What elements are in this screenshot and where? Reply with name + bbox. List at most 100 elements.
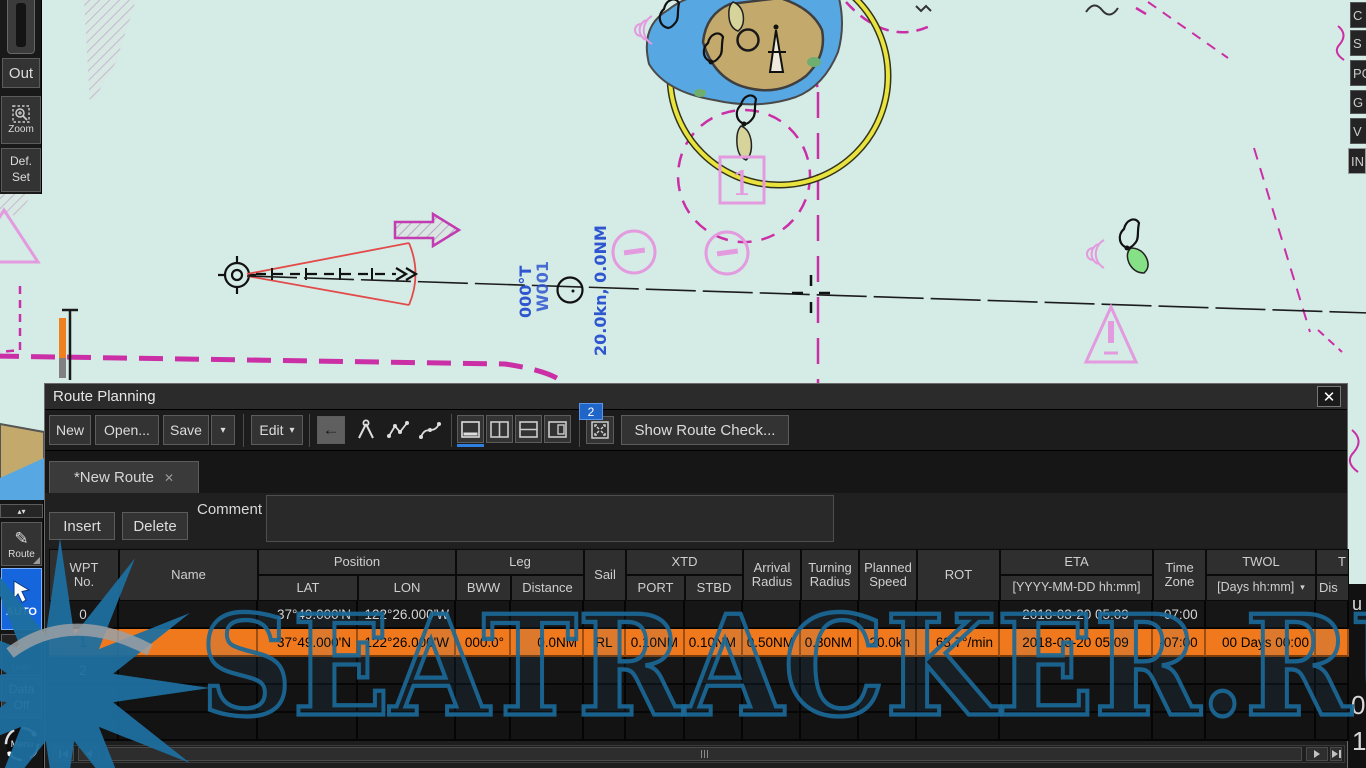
cell-distance[interactable]	[511, 601, 584, 629]
route-curve-tool[interactable]	[415, 415, 445, 445]
cell-lon[interactable]: 122°26.000'W	[358, 601, 456, 629]
cell-name[interactable]	[119, 601, 258, 629]
save-dropdown-button[interactable]: ▾	[211, 415, 235, 445]
cell-arrival-radius[interactable]	[743, 601, 801, 629]
right-edge-button-s[interactable]: S	[1350, 30, 1366, 56]
cell-eta[interactable]: 2018-03-20 05:09	[1000, 629, 1153, 657]
waypoint-row-2[interactable]: 2	[49, 657, 1349, 685]
tab-new-route[interactable]: *New Route ✕	[49, 461, 199, 493]
col-stbd[interactable]: STBD	[685, 575, 743, 601]
col-rot[interactable]: ROT	[917, 549, 1000, 601]
col-planned-speed[interactable]: PlannedSpeed	[859, 549, 917, 601]
layout-vertical-split-button[interactable]	[486, 415, 513, 443]
col-lon[interactable]: LON	[358, 575, 456, 601]
layout-floating-button[interactable]	[544, 415, 571, 443]
cell-wpt[interactable]: 0	[49, 601, 119, 629]
cell-port[interactable]	[626, 657, 685, 685]
cell-eta[interactable]: 2018-03-20 05:09	[1000, 601, 1153, 629]
right-edge-button-v[interactable]: V	[1350, 118, 1366, 144]
waypoint-row-1-selected[interactable]: 1 37°49.000'N 122°26.000'W 000.0° 0.0NM …	[49, 629, 1349, 657]
insert-waypoint-tool[interactable]	[351, 415, 381, 445]
cell-planned-speed[interactable]	[859, 601, 917, 629]
cell-stbd[interactable]	[685, 601, 743, 629]
col-name[interactable]: Name	[119, 549, 258, 601]
cell-turning-radius[interactable]: 0.30NM	[801, 629, 859, 657]
cell-time-zone[interactable]: -07:00	[1153, 629, 1206, 657]
cell-name[interactable]	[119, 629, 258, 657]
cell-stbd[interactable]: 0.10NM	[685, 629, 743, 657]
col-bww[interactable]: BWW	[456, 575, 511, 601]
col-twol-format[interactable]: [Days hh:mm]▾	[1206, 575, 1316, 601]
zoom-out-button[interactable]: Out	[2, 58, 40, 88]
auto-cursor-button[interactable]: AUTO	[1, 568, 42, 630]
col-wpt-no[interactable]: WPTNo.	[49, 549, 119, 601]
col-distance[interactable]: Distance	[511, 575, 584, 601]
cell-distance[interactable]: 0.0NM	[511, 629, 584, 657]
cell-lon[interactable]	[358, 657, 456, 685]
cell-lat[interactable]	[258, 657, 358, 685]
right-edge-button-c[interactable]: C	[1350, 2, 1366, 28]
cell-lat[interactable]: 37°49.000'N	[258, 601, 358, 629]
cell-planned-speed[interactable]: 20.0kn	[859, 629, 917, 657]
cell-lon[interactable]: 122°26.000'W	[358, 629, 456, 657]
cell-bww[interactable]	[456, 601, 511, 629]
comment-input[interactable]	[266, 495, 834, 542]
scroll-right-button[interactable]	[1306, 747, 1328, 761]
zoom-button[interactable]: Zoom	[1, 96, 41, 144]
cell-distance[interactable]	[511, 657, 584, 685]
cell-sail[interactable]	[584, 601, 626, 629]
cell-turning-radius[interactable]	[801, 601, 859, 629]
cell-port[interactable]	[626, 601, 685, 629]
right-edge-button-in[interactable]: IN	[1348, 148, 1366, 174]
col-port[interactable]: PORT	[626, 575, 685, 601]
cell-name[interactable]	[119, 657, 258, 685]
col-sail[interactable]: Sail	[584, 549, 626, 601]
cell-arrival-radius[interactable]: 0.50NM	[743, 629, 801, 657]
open-button[interactable]: Open...	[95, 415, 159, 445]
cell-time-zone[interactable]	[1153, 657, 1206, 685]
cell-twol[interactable]	[1206, 657, 1316, 685]
scroll-right-end-button[interactable]	[1330, 747, 1342, 761]
right-edge-button-pc[interactable]: PC	[1350, 60, 1366, 86]
show-route-check-button[interactable]: Show Route Check...	[621, 415, 789, 445]
cell-wpt[interactable]: 1	[49, 629, 119, 657]
cell-lat[interactable]: 37°49.000'N	[258, 629, 358, 657]
panel-titlebar[interactable]: Route Planning ✕	[45, 384, 1347, 410]
insert-button[interactable]: Insert	[49, 512, 115, 540]
cell-rot[interactable]: 63.7°/min	[917, 629, 1000, 657]
scrollbar-thumb[interactable]	[106, 747, 1302, 761]
cell-sail[interactable]	[584, 657, 626, 685]
scroll-left-end-button[interactable]	[52, 747, 74, 761]
cell-time-zone[interactable]: -07:00	[1153, 601, 1206, 629]
tab-close-icon[interactable]: ✕	[164, 471, 174, 485]
col-lat[interactable]: LAT	[258, 575, 358, 601]
undo-button[interactable]: ↶ Undo	[1, 634, 42, 676]
cell-eta[interactable]	[1000, 657, 1153, 685]
cell-rot[interactable]	[917, 657, 1000, 685]
cell-turning-radius[interactable]	[801, 657, 859, 685]
layout-horizontal-split-button[interactable]	[515, 415, 542, 443]
save-button[interactable]: Save	[163, 415, 209, 445]
cell-stbd[interactable]	[685, 657, 743, 685]
col-turning-radius[interactable]: TurningRadius	[801, 549, 859, 601]
waypoint-row-0[interactable]: 0 37°49.000'N 122°26.000'W 2018-03-20 05…	[49, 601, 1349, 629]
zoom-slider[interactable]	[7, 0, 35, 54]
menu-button[interactable]: Menu	[1, 722, 43, 766]
default-settings-button[interactable]: Def. Set	[1, 148, 41, 192]
cell-twol[interactable]	[1206, 601, 1316, 629]
cell-arrival-radius[interactable]	[743, 657, 801, 685]
layout-single-button[interactable]	[457, 415, 484, 443]
cell-sail[interactable]: RL	[584, 629, 626, 657]
cell-wpt[interactable]: 2	[49, 657, 119, 685]
sidebar-collapse-handle[interactable]: ▴▾	[0, 504, 43, 518]
close-button[interactable]: ✕	[1317, 386, 1341, 407]
cell-bww[interactable]	[456, 657, 511, 685]
col-arrival-radius[interactable]: ArrivalRadius	[743, 549, 801, 601]
col-twol[interactable]: TWOL	[1206, 549, 1316, 575]
route-zigzag-tool[interactable]	[383, 415, 413, 445]
data-off-button[interactable]: Data Off	[1, 678, 42, 718]
delete-button[interactable]: Delete	[122, 512, 188, 540]
scroll-left-button[interactable]	[78, 747, 100, 761]
cell-rot[interactable]	[917, 601, 1000, 629]
new-button[interactable]: New	[49, 415, 91, 445]
